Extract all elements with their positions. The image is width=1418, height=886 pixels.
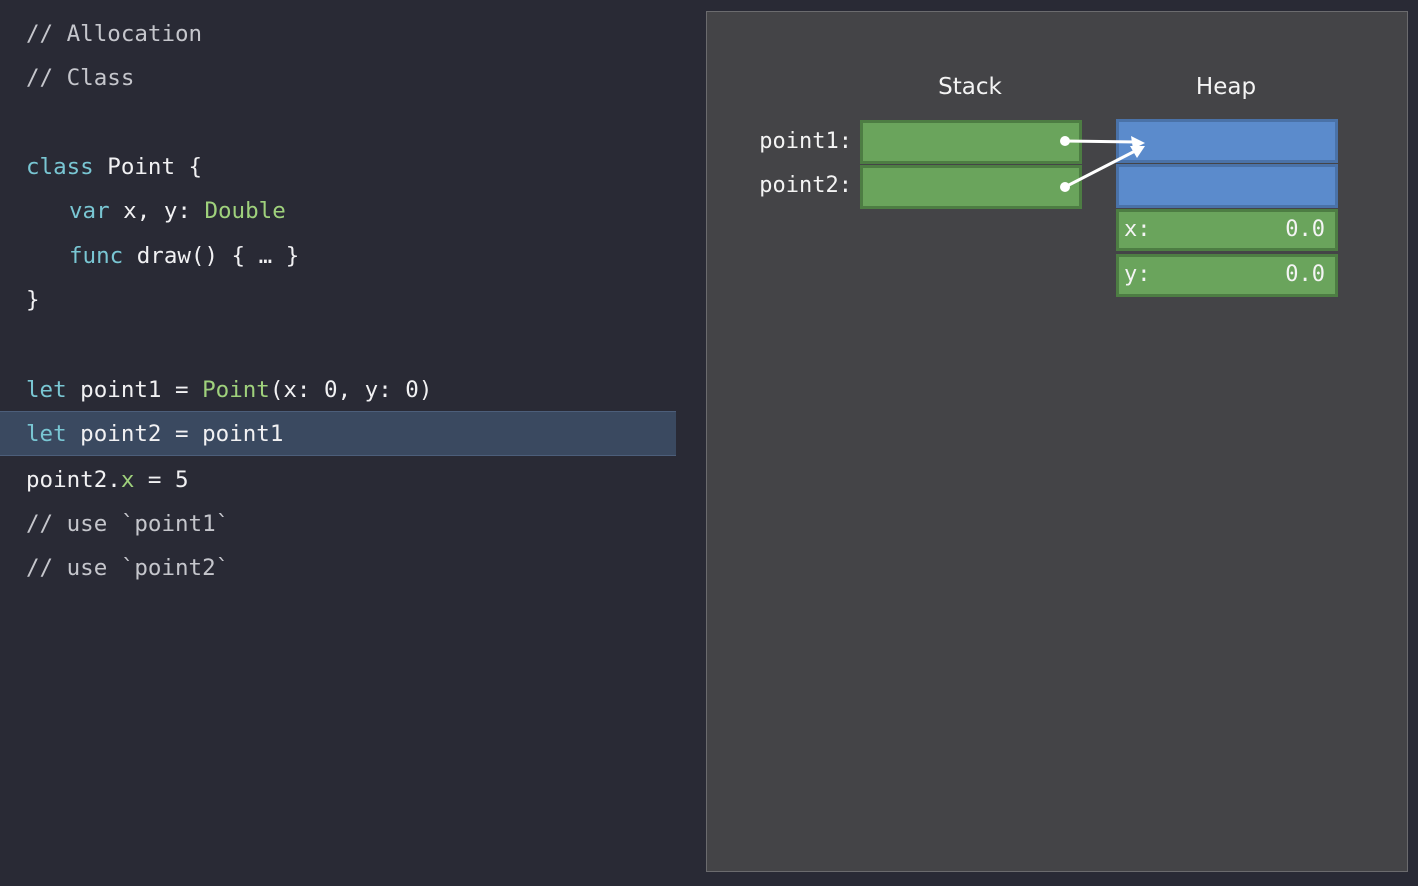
let-point1-mid: point1 = — [66, 377, 203, 403]
code-line-comment-class: // Class — [26, 65, 135, 91]
code-line-func-decl: func draw() { … } — [69, 236, 299, 276]
assign-target: point2. — [26, 467, 121, 493]
reference-arrows — [1060, 136, 1145, 192]
let-point1-args: (x: 0, y: 0) — [269, 377, 433, 403]
keyword-let: let — [26, 377, 67, 403]
arrow-point2-line — [1064, 148, 1138, 189]
code-line-comment-allocation: // Allocation — [26, 21, 203, 47]
code-line-class-decl: class Point { — [26, 147, 202, 187]
func-decl-rest: draw() { … } — [123, 243, 300, 269]
arrow-point1-line — [1064, 139, 1138, 144]
keyword-var: var — [69, 198, 110, 224]
type-point: Point — [202, 377, 270, 403]
code-line-comment-use-point2: // use `point2` — [26, 555, 230, 581]
code-line-let-point2: let point2 = point1 — [26, 414, 283, 454]
code-line-var-decl: var x, y: Double — [69, 191, 286, 231]
assign-value: = 5 — [134, 467, 189, 493]
code-panel: // Allocation // Class class Point { var… — [0, 0, 690, 886]
assign-property: x — [120, 467, 135, 493]
code-line-close-brace: } — [26, 287, 40, 313]
code-line-assign-x: point2.x = 5 — [26, 460, 189, 500]
class-decl-rest: Point { — [93, 154, 203, 180]
arrow-point2-to-heap — [1060, 146, 1145, 192]
keyword-let: let — [26, 421, 67, 447]
keyword-class: class — [26, 154, 94, 180]
var-decl-mid: x, y: — [109, 198, 205, 224]
keyword-func: func — [69, 243, 124, 269]
code-line-let-point1: let point1 = Point(x: 0, y: 0) — [26, 370, 432, 410]
type-double: Double — [204, 198, 286, 224]
code-line-comment-use-point1: // use `point1` — [26, 511, 230, 537]
memory-diagram-panel: Stack Heap point1: point2: x: 0.0 y: 0.0 — [706, 11, 1408, 872]
let-point2-rest: point2 = point1 — [66, 421, 284, 447]
